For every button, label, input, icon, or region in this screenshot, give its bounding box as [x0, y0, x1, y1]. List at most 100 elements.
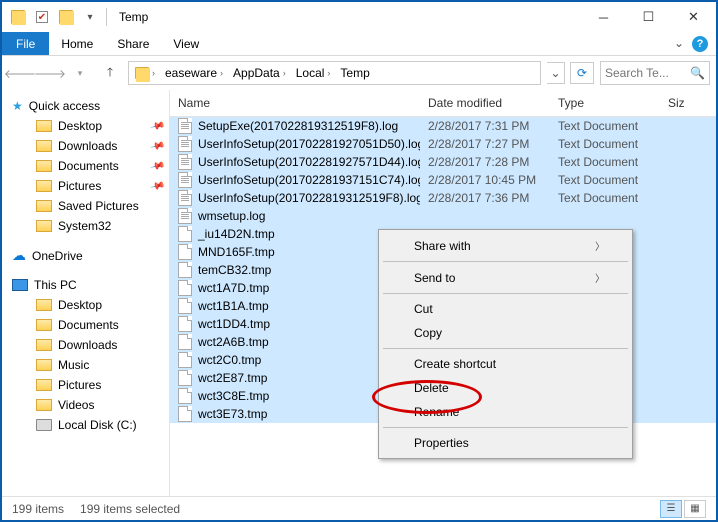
sidebar-item[interactable]: Saved Pictures	[2, 196, 169, 216]
address-bar[interactable]: › easeware› AppData› Local› Temp	[128, 61, 541, 85]
up-button[interactable]: 🡑	[98, 61, 122, 85]
breadcrumb-seg[interactable]: easeware	[165, 66, 217, 80]
search-icon[interactable]: 🔍	[690, 66, 705, 80]
status-item-count: 199 items	[12, 502, 64, 516]
folder-icon	[36, 359, 52, 371]
chevron-right-icon[interactable]: ›	[327, 68, 330, 78]
sidebar-item[interactable]: Downloads📌	[2, 136, 169, 156]
tab-view[interactable]: View	[161, 32, 211, 55]
file-icon	[178, 316, 192, 332]
sidebar-item[interactable]: Local Disk (C:)	[2, 415, 169, 435]
file-row[interactable]: wmsetup.log	[170, 207, 716, 225]
ctx-create-shortcut[interactable]: Create shortcut	[382, 352, 629, 376]
file-name: wct3E73.tmp	[198, 407, 267, 421]
ctx-send-to[interactable]: Send to〉	[382, 265, 629, 290]
folder-icon-2	[56, 7, 76, 27]
help-icon[interactable]: ?	[692, 36, 708, 52]
ribbon-expand-icon[interactable]: ⌄	[674, 36, 684, 51]
ctx-properties[interactable]: Properties	[382, 431, 629, 455]
ctx-copy[interactable]: Copy	[382, 321, 629, 345]
chevron-right-icon[interactable]: ›	[152, 68, 155, 78]
recent-dropdown[interactable]: ▾	[68, 61, 92, 85]
file-date: 2/28/2017 7:31 PM	[420, 119, 550, 133]
file-type: Text Document	[550, 191, 660, 205]
sidebar-item[interactable]: Downloads	[2, 335, 169, 355]
chevron-right-icon[interactable]: ›	[283, 68, 286, 78]
qa-save-icon[interactable]: ✔	[32, 7, 52, 27]
tab-share[interactable]: Share	[105, 32, 161, 55]
col-date[interactable]: Date modified	[420, 94, 550, 112]
sidebar-onedrive[interactable]: ☁OneDrive	[2, 244, 169, 267]
file-name: UserInfoSetup(20170228192705​1D50).log	[198, 137, 420, 151]
column-headers: Name Date modified Type Siz	[170, 90, 716, 117]
folder-icon	[36, 299, 52, 311]
ctx-cut[interactable]: Cut	[382, 297, 629, 321]
address-history-dropdown[interactable]: ⌄	[547, 62, 565, 84]
sidebar-item[interactable]: Pictures📌	[2, 176, 169, 196]
file-icon	[178, 154, 192, 170]
window-title: Temp	[119, 10, 148, 24]
chevron-right-icon[interactable]: ›	[220, 68, 223, 78]
folder-icon	[36, 200, 52, 212]
maximize-button[interactable]: ☐	[626, 3, 671, 31]
folder-icon	[36, 319, 52, 331]
col-type[interactable]: Type	[550, 94, 660, 112]
titlebar: ✔ ▾ Temp ─ ☐ ✕	[2, 2, 716, 32]
tab-home[interactable]: Home	[49, 32, 105, 55]
sidebar-item[interactable]: Videos	[2, 395, 169, 415]
file-icon	[178, 172, 192, 188]
col-name[interactable]: Name	[170, 94, 420, 112]
minimize-button[interactable]: ─	[581, 3, 626, 31]
address-bar-row: 🡐 🡒 ▾ 🡑 › easeware› AppData› Local› Temp…	[2, 56, 716, 90]
sidebar-item-label: Desktop	[58, 119, 102, 133]
breadcrumb-seg[interactable]: Temp	[340, 66, 369, 80]
sidebar-quick-access[interactable]: ★Quick access	[2, 96, 169, 116]
ribbon: File Home Share View ⌄ ?	[2, 32, 716, 56]
view-details-button[interactable]: ☰	[660, 500, 682, 518]
file-icon	[178, 370, 192, 386]
sidebar-item[interactable]: Pictures	[2, 375, 169, 395]
view-icons-button[interactable]: ▦	[684, 500, 706, 518]
search-input[interactable]	[605, 66, 685, 80]
folder-icon	[36, 140, 52, 152]
qa-dropdown-icon[interactable]: ▾	[80, 7, 100, 27]
sidebar-item[interactable]: System32	[2, 216, 169, 236]
file-row[interactable]: UserInfoSetup(20170228192705​1D50).log 2…	[170, 135, 716, 153]
sidebar-item[interactable]: Documents📌	[2, 156, 169, 176]
file-row[interactable]: UserInfoSetup(20170228192757​1D44).log 2…	[170, 153, 716, 171]
col-size[interactable]: Siz	[660, 94, 716, 112]
ctx-delete[interactable]: Delete	[382, 376, 629, 400]
status-bar: 199 items 199 items selected ☰ ▦	[2, 496, 716, 520]
file-type: Text Document	[550, 119, 660, 133]
sidebar-item[interactable]: Desktop📌	[2, 116, 169, 136]
sidebar-this-pc[interactable]: This PC	[2, 275, 169, 295]
file-row[interactable]: UserInfoSetup(20170228193715​1C74).log 2…	[170, 171, 716, 189]
breadcrumb-seg[interactable]: Local	[296, 66, 325, 80]
folder-icon	[36, 379, 52, 391]
refresh-button[interactable]: ⟳	[570, 62, 594, 84]
breadcrumb-seg[interactable]: AppData	[233, 66, 280, 80]
sidebar-item[interactable]: Music	[2, 355, 169, 375]
back-button[interactable]: 🡐	[8, 61, 32, 85]
file-name: wct1B1A.tmp	[198, 299, 269, 313]
search-box[interactable]: 🔍	[600, 61, 710, 85]
tab-file[interactable]: File	[2, 32, 49, 55]
sidebar-item[interactable]: Documents	[2, 315, 169, 335]
sidebar-item-label: Videos	[58, 398, 94, 412]
sidebar-item-label: Pictures	[58, 378, 101, 392]
file-row[interactable]: SetupExe(201702281931251​9F8).log 2/28/2…	[170, 117, 716, 135]
file-name: MND165F.tmp	[198, 245, 275, 259]
file-name: wct1DD4.tmp	[198, 317, 270, 331]
sidebar-item-label: Downloads	[58, 139, 117, 153]
file-name: UserInfoSetup(20170228193125​19F8).log	[198, 191, 420, 205]
folder-icon	[36, 120, 52, 132]
separator	[383, 293, 628, 294]
file-name: wct2C0.tmp	[198, 353, 261, 367]
ctx-rename[interactable]: Rename	[382, 400, 629, 424]
close-button[interactable]: ✕	[671, 3, 716, 31]
file-row[interactable]: UserInfoSetup(20170228193125​19F8).log 2…	[170, 189, 716, 207]
ctx-share-with[interactable]: Share with〉	[382, 233, 629, 258]
sidebar-item[interactable]: Desktop	[2, 295, 169, 315]
file-date: 2/28/2017 7:36 PM	[420, 191, 550, 205]
file-name: wct3C8E.tmp	[198, 389, 269, 403]
